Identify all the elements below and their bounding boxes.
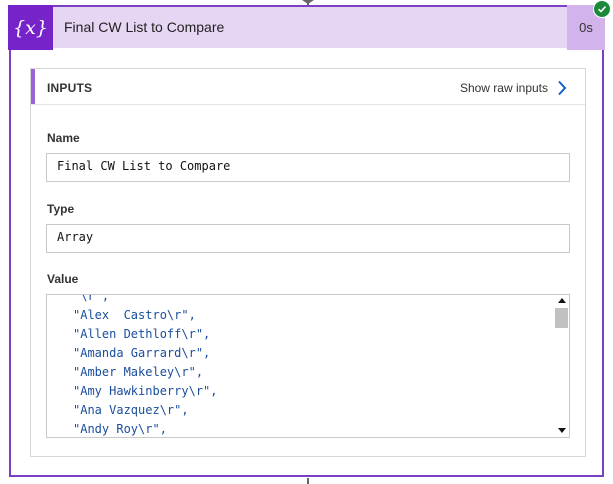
flow-connector-bottom: [307, 478, 309, 484]
inputs-section-header: INPUTS Show raw inputs: [31, 69, 585, 105]
inputs-panel: INPUTS Show raw inputs Name Final CW Lis…: [30, 68, 586, 457]
show-raw-inputs-label: Show raw inputs: [459, 81, 548, 95]
value-line: "Andy Roy\r",: [73, 422, 167, 436]
chevron-right-icon: [558, 80, 567, 96]
name-field-label: Name: [47, 131, 80, 145]
type-field[interactable]: Array: [46, 224, 570, 253]
value-line: "Alex Castro\r",: [73, 308, 196, 322]
value-line: "Amber Makeley\r",: [73, 365, 204, 379]
value-line: "\r",: [73, 294, 110, 303]
inputs-section-label: INPUTS: [47, 81, 93, 95]
section-accent-bar: [31, 69, 35, 104]
type-field-label: Type: [47, 202, 75, 216]
scroll-down-arrow-icon[interactable]: [558, 428, 566, 433]
value-field[interactable]: "\r", "Alex Castro\r", "Allen Dethloff\r",…: [46, 294, 570, 438]
success-check-icon: [593, 0, 611, 18]
variable-icon: {x}: [8, 5, 53, 50]
name-field[interactable]: Final CW List to Compare: [46, 153, 570, 182]
flow-arrow-icon: [302, 0, 314, 4]
show-raw-inputs-link[interactable]: Show raw inputs: [460, 80, 567, 96]
value-lines: "\r", "Alex Castro\r", "Allen Dethloff\r",…: [73, 294, 218, 437]
action-title: Final CW List to Compare: [64, 19, 225, 35]
value-line: "Allen Dethloff\r",: [73, 327, 211, 341]
value-scrollbar[interactable]: [554, 295, 569, 437]
value-line: "Amy Hawkinberry\r",: [73, 384, 218, 398]
scroll-thumb[interactable]: [555, 308, 568, 328]
value-field-label: Value: [47, 272, 79, 286]
value-line: "Amanda Garrard\r",: [73, 346, 211, 360]
scroll-up-arrow-icon[interactable]: [558, 298, 566, 303]
value-line: "Ana Vazquez\r",: [73, 403, 189, 417]
action-header[interactable]: {x} Final CW List to Compare 0s: [8, 5, 605, 50]
